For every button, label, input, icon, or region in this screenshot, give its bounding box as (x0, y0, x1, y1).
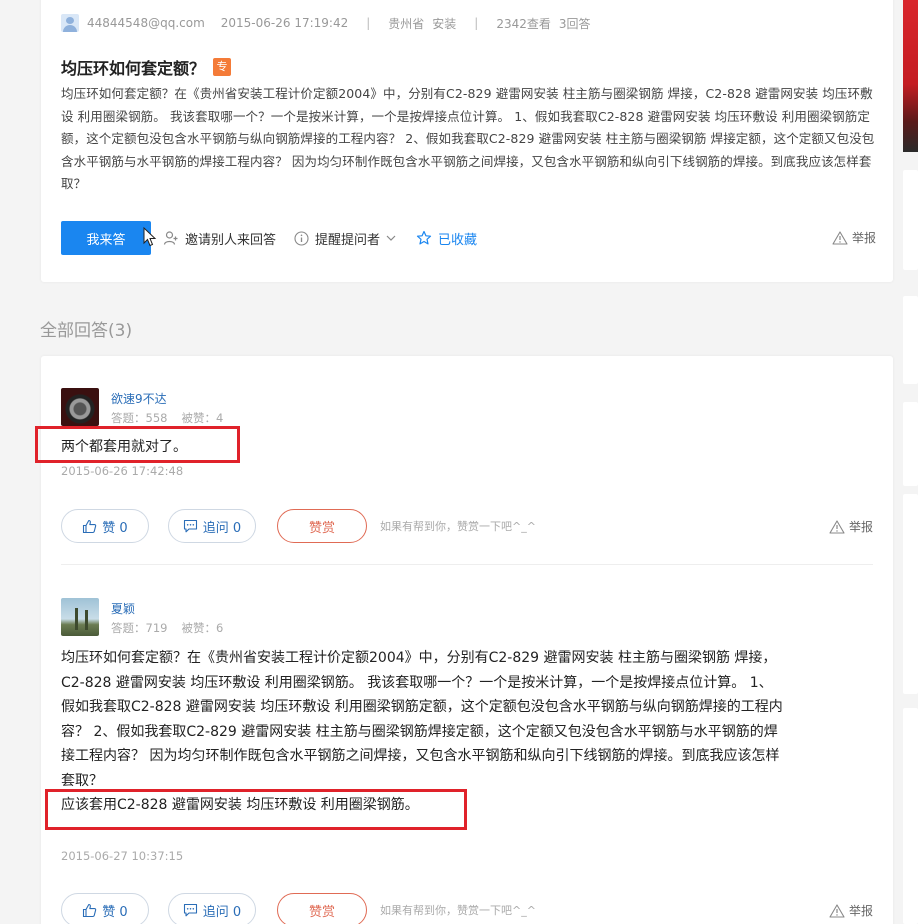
remind-asker-dropdown[interactable]: 提醒提问者 (294, 229, 396, 248)
reward-button[interactable]: 赞赏 (277, 509, 367, 543)
asker-name[interactable]: 44844548@qq.com (87, 16, 205, 30)
info-icon (294, 230, 309, 246)
saved-label: 已收藏 (438, 232, 478, 248)
avatar[interactable] (61, 598, 99, 636)
question-category[interactable]: 安装 (432, 15, 456, 32)
report-label: 举报 (848, 520, 873, 534)
reward-button[interactable]: 赞赏 (277, 893, 367, 924)
question-answer-count: 3回答 (558, 16, 591, 31)
comment-icon (183, 903, 197, 917)
answerer-stats: 答题：558 被赞：4 (111, 410, 223, 426)
answer-date: 2015-06-27 10:37:15 (61, 849, 184, 863)
reward-hint: 如果有帮到你，赞赏一下吧^_^ (380, 904, 536, 917)
question-actions: 我来答 邀请别人来回答 提醒提问者 已收藏 举报 (61, 221, 876, 255)
question-card: 44844548@qq.com 2015-06-26 17:19:42 | 贵州… (41, 0, 893, 282)
answer-button[interactable]: 我来答 (61, 221, 151, 255)
sidebar-panel (903, 296, 918, 384)
reward-hint: 如果有帮到你，赞赏一下吧^_^ (380, 520, 536, 533)
thumbs-up-icon (83, 519, 97, 533)
like-count-stat: 被赞：6 (181, 621, 224, 635)
question-location: 贵州省 (388, 16, 425, 31)
right-sidebar-edge (903, 0, 918, 924)
question-title: 均压环如何套定额？ 专 (61, 55, 232, 79)
like-button[interactable]: 赞 0 (61, 509, 149, 543)
answer-report-link[interactable]: 举报 (829, 902, 873, 919)
warning-triangle-icon (829, 903, 845, 918)
sidebar-panel (903, 402, 918, 486)
sidebar-banner-image[interactable] (903, 0, 918, 152)
chevron-down-icon (386, 235, 396, 241)
answer-count-stat: 答题：719 (111, 621, 168, 635)
question-body: 均压环如何套定额？在《贵州省安装工程计价定额2004》中，分别有C2-829 避… (61, 86, 875, 191)
answer-author: 夏颖 答题：719 被赞：6 (61, 598, 873, 638)
follow-up-label: 追问 0 (202, 904, 242, 920)
answer-item: 夏颖 答题：719 被赞：6 均压环如何套定额？在《贵州省安装工程计价定额2004… (61, 598, 873, 924)
star-outline-icon (416, 230, 432, 245)
answer-text: 均压环如何套定额？在《贵州省安装工程计价定额2004》中，分别有C2-829 避… (61, 646, 786, 818)
answers-card: 欲速9不达 答题：558 被赞：4 两个都套用就对了。 2015-06-26 17… (41, 356, 893, 924)
answer-report-link[interactable]: 举报 (829, 518, 873, 535)
thumbs-up-icon (83, 903, 97, 917)
invite-answer-link[interactable]: 邀请别人来回答 (163, 229, 276, 248)
asker-avatar[interactable] (61, 14, 79, 32)
remind-label: 提醒提问者 (315, 232, 381, 248)
warning-triangle-icon (832, 230, 848, 245)
answer-count-stat: 答题：558 (111, 411, 168, 425)
question-report-link[interactable]: 举报 (832, 229, 876, 246)
answer-text: 两个都套用就对了。 (61, 439, 187, 455)
answer-divider (61, 564, 873, 565)
expert-badge: 专 (213, 58, 232, 76)
answer-item: 欲速9不达 答题：558 被赞：4 两个都套用就对了。 2015-06-26 17… (61, 388, 873, 543)
like-label: 赞 0 (102, 520, 128, 536)
sidebar-panel (903, 494, 918, 694)
question-datetime: 2015-06-26 17:19:42 (220, 16, 349, 30)
follow-up-button[interactable]: 追问 0 (168, 893, 256, 924)
all-answers-heading: 全部回答(3) (40, 321, 133, 341)
sidebar-panel (903, 170, 918, 270)
meta-divider: | (366, 16, 371, 30)
answer-actions: 赞 0 追问 0 赞赏 如果有帮到你，赞赏一下吧^_^ 举报 (61, 509, 873, 543)
avatar[interactable] (61, 388, 99, 426)
comment-icon (183, 519, 197, 533)
like-button[interactable]: 赞 0 (61, 893, 149, 924)
report-label: 举报 (848, 904, 873, 918)
person-plus-icon (163, 231, 178, 245)
answerer-stats: 答题：719 被赞：6 (111, 620, 223, 636)
mouse-cursor-icon (143, 227, 157, 247)
answerer-name[interactable]: 夏颖 (111, 600, 135, 617)
meta-divider: | (474, 16, 479, 30)
answer-actions: 赞 0 追问 0 赞赏 如果有帮到你，赞赏一下吧^_^ 举报 (61, 893, 873, 924)
follow-up-label: 追问 0 (202, 520, 242, 536)
answer-conclusion: 应该套用C2-828 避雷网安装 均压环敷设 利用圈梁钢筋。 (61, 797, 419, 813)
favorite-toggle[interactable]: 已收藏 (416, 229, 477, 248)
report-label: 举报 (851, 231, 876, 245)
answerer-name[interactable]: 欲速9不达 (111, 390, 167, 407)
like-count-stat: 被赞：4 (181, 411, 224, 425)
question-views: 2342查看 (496, 16, 551, 31)
answer-quoted-question: 均压环如何套定额？在《贵州省安装工程计价定额2004》中，分别有C2-829 避… (61, 650, 783, 789)
like-label: 赞 0 (102, 904, 128, 920)
question-meta: 44844548@qq.com 2015-06-26 17:19:42 | 贵州… (61, 14, 591, 32)
answer-date: 2015-06-26 17:42:48 (61, 464, 184, 478)
sidebar-panel (903, 708, 918, 924)
question-title-text: 均压环如何套定额？ (61, 59, 206, 78)
invite-label: 邀请别人来回答 (185, 232, 277, 248)
warning-triangle-icon (829, 519, 845, 534)
follow-up-button[interactable]: 追问 0 (168, 509, 256, 543)
answer-author: 欲速9不达 答题：558 被赞：4 (61, 388, 873, 428)
